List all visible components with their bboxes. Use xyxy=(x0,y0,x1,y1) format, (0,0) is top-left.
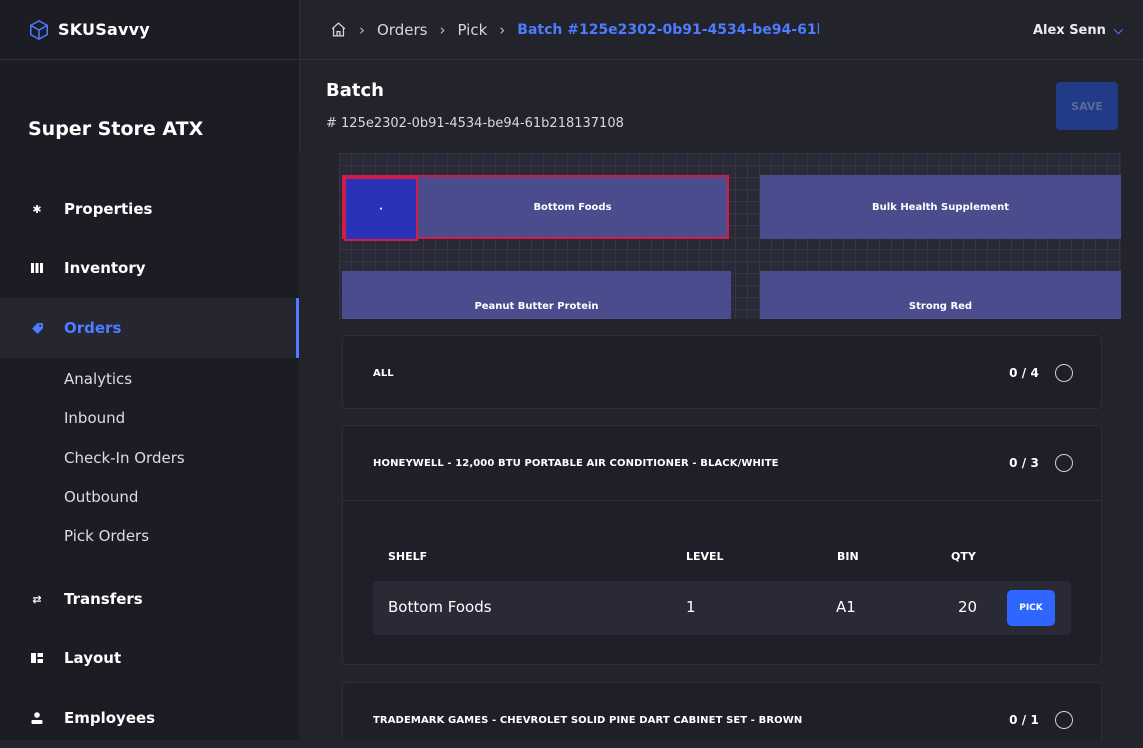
sidebar-subitem-inbound[interactable]: Inbound xyxy=(64,409,125,427)
batch-id: # 125e2302-0b91-4534-be94-61b218137108 xyxy=(326,116,624,131)
grid-icon xyxy=(30,261,44,275)
save-button[interactable]: SAVE xyxy=(1056,82,1118,130)
top-bar: SKUSavvy › Orders › Pick › Batch #125e23… xyxy=(0,0,1143,60)
sidebar-item-transfers[interactable]: ⇄ Transfers xyxy=(0,569,299,629)
main-content: Batch # 125e2302-0b91-4534-be94-61b21813… xyxy=(299,60,1143,740)
radio-button[interactable] xyxy=(1055,454,1073,472)
breadcrumb-current: Batch #125e2302-0b91-4534-be94-61b2 xyxy=(517,21,820,38)
sidebar-item-orders[interactable]: Orders xyxy=(0,298,299,358)
cell-qty: 20 xyxy=(958,598,978,616)
breadcrumb-orders[interactable]: Orders xyxy=(377,21,427,39)
sidebar-subitem-outbound[interactable]: Outbound xyxy=(64,488,138,506)
sidebar-item-label: Properties xyxy=(64,200,153,218)
home-icon[interactable] xyxy=(330,21,347,38)
pick-count: 0 / 1 xyxy=(1009,713,1039,727)
cell-bin: A1 xyxy=(836,598,856,616)
shelf-strong-red[interactable]: Strong Red xyxy=(760,271,1121,319)
sidebar-item-label: Layout xyxy=(64,649,122,667)
column-header-qty: QTY xyxy=(951,550,976,563)
chevron-right-icon: › xyxy=(359,20,365,39)
layout-icon xyxy=(30,651,44,665)
sidebar-item-properties[interactable]: ✱ Properties xyxy=(0,179,299,239)
page-title: Batch xyxy=(326,80,384,101)
sidebar-item-label: Transfers xyxy=(64,590,143,608)
radio-button[interactable] xyxy=(1055,711,1073,729)
table-row: Bottom Foods 1 A1 20 PICK xyxy=(373,581,1071,635)
divider xyxy=(343,500,1101,501)
brand[interactable]: SKUSavvy xyxy=(0,0,299,60)
app-name: SKUSavvy xyxy=(58,20,150,39)
shelf-bottom-foods[interactable]: · Bottom Foods xyxy=(342,175,729,241)
column-header-bin: BIN xyxy=(837,550,859,563)
column-header-shelf: SHELF xyxy=(388,550,428,563)
shelf-label: Strong Red xyxy=(908,301,973,312)
user-name: Alex Senn xyxy=(1032,22,1106,38)
card-title: HONEYWELL - 12,000 BTU PORTABLE AIR COND… xyxy=(343,426,1101,500)
sidebar: Super Store ATX ✱ Properties Inventory O… xyxy=(0,60,299,740)
warehouse-layout-map[interactable]: · Bottom Foods Bulk Health Supplement Pe… xyxy=(339,153,1121,319)
sidebar-item-label: Employees xyxy=(64,709,156,727)
sidebar-item-employees[interactable]: Employees xyxy=(0,688,299,748)
shelf-peanut-butter-protein[interactable]: Peanut Butter Protein xyxy=(342,271,731,319)
column-header-level: LEVEL xyxy=(686,550,724,563)
sidebar-item-label: Orders xyxy=(64,319,122,337)
pick-count: 0 / 3 xyxy=(1009,456,1039,470)
radio-button[interactable] xyxy=(1055,364,1073,382)
shelf-bulk-health-supplement[interactable]: Bulk Health Supplement xyxy=(760,175,1121,239)
shelf-label: Peanut Butter Protein xyxy=(474,301,599,312)
pick-card-all[interactable]: ALL 0 / 4 xyxy=(342,335,1102,409)
pick-card-item[interactable]: HONEYWELL - 12,000 BTU PORTABLE AIR COND… xyxy=(342,425,1102,665)
sidebar-item-label: Inventory xyxy=(64,259,146,277)
chevron-right-icon: › xyxy=(499,20,506,39)
sidebar-subitem-analytics[interactable]: Analytics xyxy=(64,370,132,388)
pick-card-item[interactable]: TRADEMARK GAMES - CHEVROLET SOLID PINE D… xyxy=(342,682,1102,740)
sidebar-item-inventory[interactable]: Inventory xyxy=(0,238,299,298)
selected-bin[interactable]: · xyxy=(344,177,418,241)
sidebar-subitem-check-in-orders[interactable]: Check-In Orders xyxy=(64,449,185,467)
cube-logo-icon xyxy=(30,19,48,40)
sidebar-item-layout[interactable]: Layout xyxy=(0,628,299,688)
cell-level: 1 xyxy=(686,598,696,616)
user-menu[interactable]: Alex Senn ⌵ xyxy=(1033,0,1123,60)
tag-icon xyxy=(30,321,44,335)
page-header: Batch # 125e2302-0b91-4534-be94-61b21813… xyxy=(299,60,1143,153)
breadcrumb-pick[interactable]: Pick xyxy=(457,21,487,39)
shelf-label: Bulk Health Supplement xyxy=(872,201,1009,213)
pick-count: 0 / 4 xyxy=(1009,366,1039,380)
chevron-right-icon: › xyxy=(439,20,446,39)
cell-shelf: Bottom Foods xyxy=(388,598,492,616)
gear-icon: ✱ xyxy=(32,202,42,216)
breadcrumb: › Orders › Pick › Batch #125e2302-0b91-4… xyxy=(299,0,1143,60)
card-title: ALL 0 / 4 xyxy=(343,336,1101,410)
person-icon xyxy=(30,711,44,725)
sidebar-subitem-pick-orders[interactable]: Pick Orders xyxy=(64,527,149,545)
shelf-label: Bottom Foods xyxy=(533,201,612,213)
arrows-icon: ⇄ xyxy=(32,592,42,606)
card-title: TRADEMARK GAMES - CHEVROLET SOLID PINE D… xyxy=(343,683,1101,740)
pick-button[interactable]: PICK xyxy=(1007,590,1055,626)
chevron-down-icon: ⌵ xyxy=(1113,22,1123,37)
store-name: Super Store ATX xyxy=(28,118,204,140)
